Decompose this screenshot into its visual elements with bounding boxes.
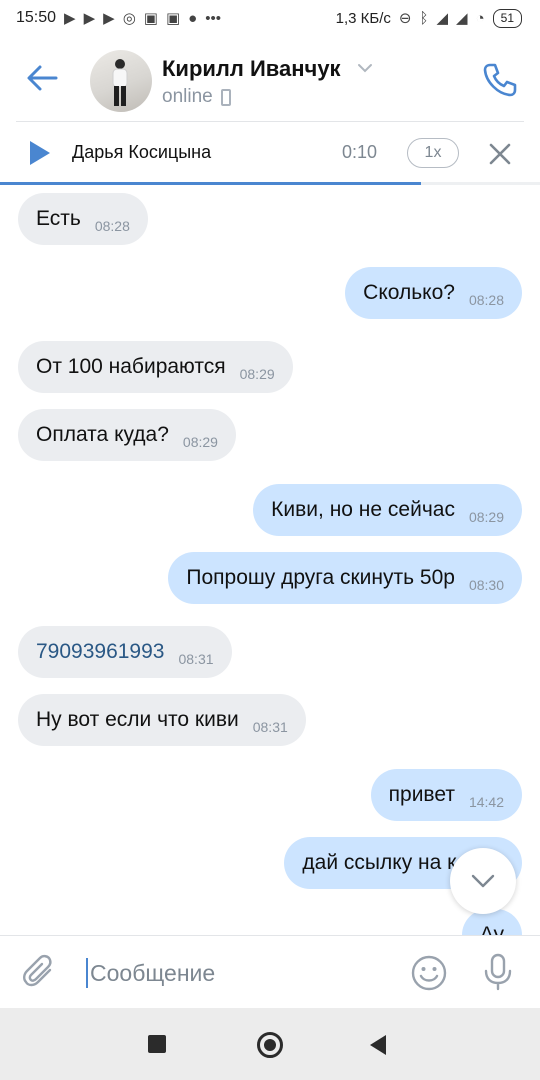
avatar[interactable] xyxy=(90,50,152,112)
audio-time: 0:10 xyxy=(342,142,378,162)
phone-call-icon[interactable] xyxy=(480,60,520,100)
message-text: привет xyxy=(388,783,455,806)
paperclip-icon[interactable] xyxy=(22,954,58,990)
back-triangle-icon[interactable] xyxy=(370,1035,386,1055)
message-text: Киви, но не сейчас xyxy=(271,498,455,521)
recents-square-icon[interactable] xyxy=(148,1035,166,1053)
clock: 15:50 xyxy=(16,9,57,26)
message-time: 08:28 xyxy=(94,218,130,234)
network-speed: 1,3 КБ/с xyxy=(335,9,391,27)
message-time: 08:28 xyxy=(468,292,504,308)
outgoing-message[interactable]: Попрошу друга скинуть 50р 08:30 xyxy=(168,552,522,604)
emoji-icon[interactable] xyxy=(410,954,448,992)
audio-player-bar: Дарья Косицына 0:10 1x xyxy=(0,122,540,184)
incoming-message[interactable]: От 100 набираются 08:29 xyxy=(18,341,293,393)
online-status: online xyxy=(162,86,231,108)
chat-icon: ● xyxy=(188,9,198,27)
play-icon[interactable] xyxy=(28,139,52,167)
message-time: 08:29 xyxy=(239,366,275,382)
alarm-toggle-icon: ⊖ xyxy=(398,9,412,27)
audio-track-title[interactable]: Дарья Косицына xyxy=(72,142,211,163)
youtube-icon: ▣ xyxy=(165,9,181,27)
home-circle-icon[interactable] xyxy=(257,1032,283,1058)
message-text: Ау xyxy=(479,923,504,935)
scroll-to-bottom-button[interactable] xyxy=(450,848,516,914)
outgoing-message[interactable]: Сколько? 08:28 xyxy=(345,267,522,319)
message-text: Попрошу друга скинуть 50р xyxy=(186,566,455,589)
play-store-icon: ▶ xyxy=(83,9,96,27)
message-text: От 100 набираются xyxy=(36,355,226,378)
message-time: 08:29 xyxy=(182,434,218,450)
system-navigation-bar xyxy=(0,1008,540,1080)
chevron-down-icon xyxy=(471,874,495,888)
online-status-text: online xyxy=(162,86,213,107)
more-icon: ••• xyxy=(205,9,221,27)
message-time: 08:31 xyxy=(178,651,214,667)
back-arrow-icon[interactable] xyxy=(22,60,62,96)
message-text: Оплата куда? xyxy=(36,423,169,446)
message-input[interactable] xyxy=(90,952,390,994)
message-time: 14:42 xyxy=(468,794,504,810)
message-time: 08:29 xyxy=(468,509,504,525)
message-text: Ну вот если что киви xyxy=(36,708,239,731)
message-time: 08:30 xyxy=(468,577,504,593)
youtube-icon: ▣ xyxy=(143,9,158,27)
signal-icon: ◢ xyxy=(456,9,468,27)
mobile-device-icon xyxy=(220,88,231,106)
incoming-message[interactable]: Оплата куда? 08:29 xyxy=(18,409,236,461)
message-text: Сколько? xyxy=(363,281,455,304)
message-link[interactable]: 79093961993 xyxy=(36,640,164,664)
incoming-message[interactable]: 79093961993 08:31 xyxy=(18,626,232,678)
chat-header: Кирилл Иванчук online xyxy=(0,36,540,120)
signal-icon: ◢ xyxy=(436,9,449,27)
playback-speed-button[interactable]: 1x xyxy=(407,138,459,168)
status-bar: 15:50 ▶ ▶ ▶ ◎ ▣ ▣ ● ••• 1,3 КБ/с ⊖ ᛒ ◢ ◢… xyxy=(0,0,540,36)
chat-title[interactable]: Кирилл Иванчук xyxy=(162,56,341,82)
message-text: Есть xyxy=(36,207,81,230)
battery-indicator: 51 xyxy=(492,8,522,28)
incoming-message[interactable]: Ну вот если что киви 08:31 xyxy=(18,694,306,746)
outgoing-message[interactable]: Киви, но не сейчас 08:29 xyxy=(253,484,522,536)
outgoing-message[interactable]: привет 14:42 xyxy=(370,769,522,821)
incoming-message[interactable]: Есть 08:28 xyxy=(18,193,148,245)
message-list[interactable]: Есть 08:28 Сколько? 08:28 От 100 набираются 0… xyxy=(0,185,540,935)
close-icon[interactable] xyxy=(488,142,512,166)
message-time: 08:31 xyxy=(252,719,288,735)
message-composer xyxy=(0,935,540,1007)
microphone-icon[interactable] xyxy=(482,952,514,992)
play-store-icon: ▶ xyxy=(103,9,115,27)
search-icon: ◎ xyxy=(122,9,136,27)
wifi-icon: ◔ xyxy=(475,9,485,27)
bluetooth-icon: ᛒ xyxy=(419,9,429,27)
person-photo-icon xyxy=(112,59,128,106)
chevron-down-icon[interactable] xyxy=(356,62,374,74)
play-store-icon: ▶ xyxy=(64,9,76,27)
text-cursor xyxy=(86,958,88,988)
outgoing-message[interactable]: Ау xyxy=(461,909,522,935)
